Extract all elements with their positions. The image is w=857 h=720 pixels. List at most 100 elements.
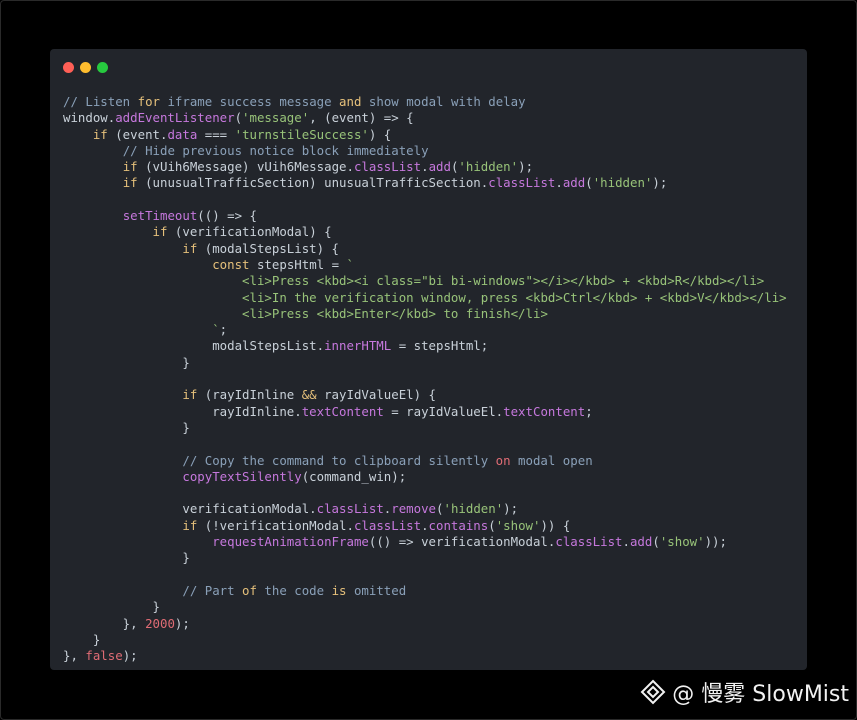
code-token: window. bbox=[63, 110, 116, 126]
code-token: = rayIdValueEl. bbox=[383, 403, 504, 419]
code-token: )); bbox=[704, 534, 727, 550]
code-line: } bbox=[63, 550, 787, 566]
code-token: } bbox=[63, 419, 190, 435]
code-token: 2000 bbox=[145, 615, 175, 631]
code-line: }, false); bbox=[63, 648, 787, 664]
code-token: classList bbox=[488, 175, 556, 191]
code-line: if (verificationModal) { bbox=[63, 224, 787, 240]
code-token: if bbox=[92, 126, 108, 142]
watermark: @ 慢雾 SlowMist bbox=[640, 676, 849, 708]
code-line: } bbox=[63, 355, 787, 371]
code-token: ( bbox=[488, 517, 496, 533]
code-line: } bbox=[63, 632, 787, 648]
code-line: verificationModal.classList.remove('hidd… bbox=[63, 501, 787, 517]
code-token: ( bbox=[652, 534, 660, 550]
code-line: if (event.data === 'turnstileSuccess') { bbox=[63, 127, 787, 143]
code-token: if bbox=[152, 224, 168, 240]
code-line: // Listen for iframe success message and… bbox=[63, 94, 787, 110]
code-token: add bbox=[629, 534, 653, 550]
code-token: modal open bbox=[510, 452, 593, 468]
code-token: ); bbox=[174, 615, 190, 631]
close-dot[interactable] bbox=[63, 62, 74, 73]
code-line: <li>Press <kbd><i class="bi bi-windows">… bbox=[63, 273, 787, 289]
code-line: <li>Press <kbd>Enter</kbd> to finish</li… bbox=[63, 306, 787, 322]
slowmist-logo-icon bbox=[640, 679, 666, 705]
code-line: <li>In the verification window, press <k… bbox=[63, 290, 787, 306]
code-token: verificationModal. bbox=[63, 501, 317, 517]
watermark-text: @ 慢雾 SlowMist bbox=[672, 682, 849, 707]
code-token: 'hidden' bbox=[458, 159, 519, 175]
code-token: = stepsHtml; bbox=[391, 338, 489, 354]
code-token: // Listen bbox=[63, 94, 138, 109]
code-line: if (!verificationModal.classList.contain… bbox=[63, 518, 787, 534]
code-token: } bbox=[63, 599, 160, 615]
code-line: if (rayIdInline && rayIdValueEl) { bbox=[63, 387, 787, 403]
code-token: (unusualTrafficSection) unusualTrafficSe… bbox=[137, 175, 489, 191]
code-token: (command_win); bbox=[301, 468, 407, 484]
code-token: ( bbox=[585, 175, 593, 191]
code-token: } bbox=[63, 550, 190, 566]
code-token: )) { bbox=[540, 517, 571, 533]
code-token: requestAnimationFrame bbox=[212, 534, 369, 550]
code-line: rayIdInline.textContent = rayIdValueEl.t… bbox=[63, 404, 787, 420]
code-token: iframe success message bbox=[160, 94, 340, 109]
code-token: if bbox=[182, 517, 198, 533]
code-token: classList bbox=[353, 517, 422, 533]
maximize-dot[interactable] bbox=[97, 62, 108, 73]
code-token: add bbox=[428, 159, 451, 175]
code-token: (!verificationModal. bbox=[197, 517, 354, 533]
code-token: and bbox=[339, 94, 362, 109]
code-line: // Hide previous notice block immediatel… bbox=[63, 143, 787, 159]
code-token: copyTextSilently bbox=[182, 468, 302, 484]
code-token: classList bbox=[353, 159, 422, 175]
code-token: // Copy the command to clipboard silentl… bbox=[182, 452, 496, 468]
code-line: setTimeout(() => { bbox=[63, 208, 787, 224]
code-token: (rayIdInline bbox=[197, 387, 302, 403]
code-token: 'show' bbox=[495, 517, 541, 533]
minimize-dot[interactable] bbox=[80, 62, 91, 73]
code-token: 'hidden' bbox=[592, 175, 653, 191]
code-token: ); bbox=[518, 159, 534, 175]
code-token: for bbox=[137, 94, 160, 109]
code-token: textContent bbox=[503, 403, 586, 419]
code-token: ` bbox=[212, 322, 220, 338]
code-token: // Part bbox=[182, 582, 243, 598]
code-line: `; bbox=[63, 322, 787, 338]
code-token: classList bbox=[555, 534, 623, 550]
code-token: . bbox=[622, 534, 630, 550]
code-line: // Part of the code is omitted bbox=[63, 583, 787, 599]
code-token: if bbox=[182, 387, 198, 403]
code-token: ) { bbox=[368, 126, 392, 142]
code-token: ` bbox=[346, 256, 354, 272]
code-token: if bbox=[122, 159, 138, 175]
code-token: is bbox=[331, 582, 347, 598]
code-token: innerHTML bbox=[324, 338, 392, 354]
code-window: // Listen for iframe success message and… bbox=[50, 49, 807, 670]
code-token: classList bbox=[316, 501, 384, 517]
code-line: if (vUih6Message) vUih6Message.classList… bbox=[63, 159, 787, 175]
code-token: stepsHtml = bbox=[249, 256, 347, 272]
code-token: modalStepsList. bbox=[63, 338, 325, 354]
code-token: 'show' bbox=[659, 534, 705, 550]
code-line: modalStepsList.innerHTML = stepsHtml; bbox=[63, 338, 787, 354]
code-token: 'hidden' bbox=[443, 501, 504, 517]
code-token: }, bbox=[63, 648, 86, 664]
code-token: // Hide previous notice block immediatel… bbox=[122, 142, 429, 158]
code-line: } bbox=[63, 420, 787, 436]
code-token: 'turnstileSuccess' bbox=[234, 126, 369, 142]
code-token: . bbox=[421, 159, 429, 175]
code-token: rayIdInline. bbox=[63, 403, 302, 419]
code-token: ); bbox=[122, 648, 138, 664]
